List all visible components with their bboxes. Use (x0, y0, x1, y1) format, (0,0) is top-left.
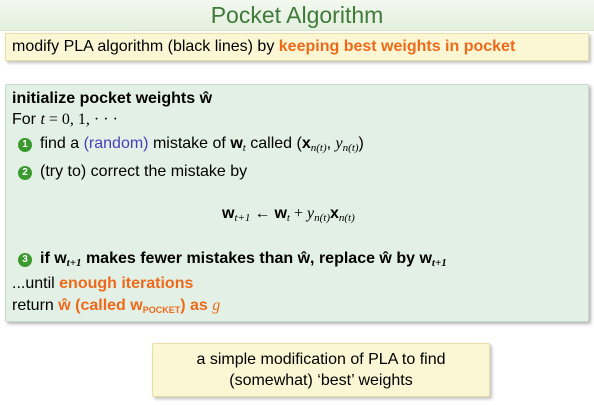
return-highlight-a: ŵ (called (58, 297, 131, 314)
step-1-x: x (301, 135, 311, 152)
step-3-text-a: if (40, 250, 55, 267)
step-1-close: ) (358, 135, 364, 152)
return-prefix: return (12, 297, 59, 314)
until-prefix: ...until (12, 275, 60, 292)
for-line: For t = 0, 1, · · · (12, 111, 118, 129)
banner-highlight: keeping best weights in pocket (278, 38, 516, 55)
step-1-w: w (230, 135, 243, 152)
update-w-left-sub: t+1 (234, 212, 251, 224)
return-highlight-b: ) as (180, 297, 213, 314)
step-1-text-c: called ( (245, 135, 302, 152)
step-3-badge: 3 (18, 253, 32, 267)
step-1-badge: 1 (18, 138, 32, 152)
update-x-sub: n(t) (338, 212, 355, 224)
return-line: return ŵ (called wPOCKET) as g (12, 297, 220, 315)
step-3-w2-sub: t+1 (431, 257, 447, 269)
update-arrow: ← (250, 205, 275, 222)
banner-prefix: modify PLA algorithm (black lines) by (12, 38, 279, 55)
until-line: ...until enough iterations (12, 275, 193, 293)
for-range: = 0, 1, · · · (44, 111, 118, 128)
return-w: w (130, 297, 143, 314)
init-line: initialize pocket weights ŵ (12, 90, 213, 107)
summary-banner: modify PLA algorithm (black lines) by ke… (5, 33, 589, 61)
step-2: 2 (try to) correct the mistake by (18, 163, 247, 181)
step-3: 3 if wt+1 makes fewer mistakes than ŵ, re… (18, 250, 447, 269)
return-g: g (212, 297, 221, 314)
step-1-text-a: find a (40, 135, 84, 152)
update-x: x (329, 205, 339, 222)
step-3-w-sub: t+1 (66, 257, 82, 269)
step-2-badge: 2 (18, 166, 32, 180)
return-w-sub: POCKET (142, 305, 181, 315)
until-highlight: enough iterations (59, 275, 194, 292)
step-1-random: (random) (83, 135, 149, 152)
update-w-left: w (222, 205, 235, 222)
step-2-text: (try to) correct the mistake by (40, 163, 248, 180)
step-1-y: y (335, 135, 343, 152)
takeaway-line-1: a simple modification of PLA to find (196, 351, 446, 368)
step-3-w: w (54, 250, 67, 267)
slide-title: Pocket Algorithm (210, 2, 384, 28)
update-y-sub: n(t) (314, 212, 330, 224)
for-prefix: For (12, 111, 41, 128)
step-3-text-b: makes fewer mistakes than ŵ, replace ŵ b… (81, 250, 420, 267)
step-3-w2: w (419, 250, 432, 267)
update-w-right: w (274, 205, 287, 222)
step-1-x-sub: n(t) (310, 142, 327, 154)
update-rule: wt+1 ← wt + yn(t)xn(t) (222, 205, 355, 224)
step-1: 1 find a (random) mistake of wt called (x… (18, 135, 364, 154)
step-1-comma: , (326, 135, 336, 152)
takeaway-line-2: (somewhat) ‘best’ weights (229, 372, 413, 389)
takeaway-note: a simple modification of PLA to find (so… (152, 343, 490, 397)
step-1-text-b: mistake of (148, 135, 231, 152)
update-plus: + (289, 205, 307, 222)
step-1-y-sub: n(t) (342, 142, 359, 154)
slide: Pocket Algorithm modify PLA algorithm (b… (0, 0, 594, 405)
algorithm-box: initialize pocket weights ŵ For t = 0, 1… (5, 84, 589, 322)
